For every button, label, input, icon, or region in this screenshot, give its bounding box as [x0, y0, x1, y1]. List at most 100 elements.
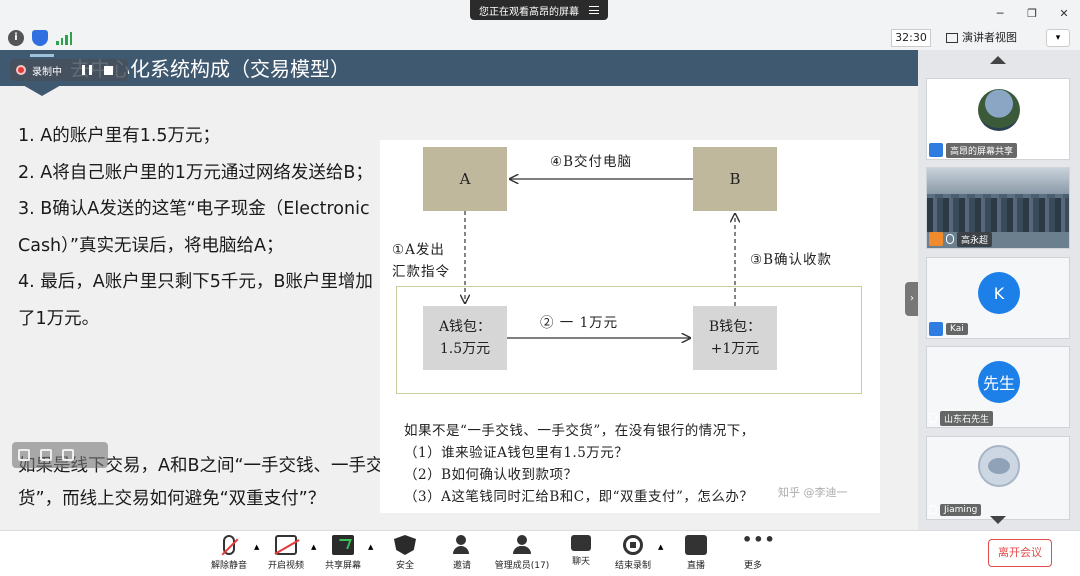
minimize-icon[interactable]: ─: [984, 0, 1016, 26]
manage-members-button[interactable]: 管理成员(17): [490, 535, 554, 571]
snapshot-icon[interactable]: [62, 449, 74, 461]
participant-name: 高昂的屏幕共享: [946, 142, 1018, 158]
question-2: （2）B如何确认收到款项？: [404, 467, 578, 483]
info-icon[interactable]: i: [8, 30, 24, 46]
view-mode-select[interactable]: 演讲者视图: [946, 29, 1036, 47]
live-icon: [685, 535, 707, 555]
question-intro: 如果不是“一手交钱、一手交货”，在没有银行的情况下，: [404, 423, 755, 439]
annotate-icon[interactable]: [18, 449, 30, 461]
cohost-badge-icon: [929, 232, 943, 246]
step3-label: ③B确认收款: [750, 252, 833, 268]
more-icon: •••: [742, 530, 776, 549]
tile-footer: 山东石先生: [927, 409, 1069, 427]
share-options-caret-icon[interactable]: ▲: [368, 543, 373, 551]
participant-tile[interactable]: 先生 山东石先生: [926, 346, 1070, 428]
node-a: A: [423, 147, 507, 211]
live-label: 直播: [686, 561, 705, 571]
step1-label-line2: 汇款指令: [392, 264, 450, 280]
wallet-b: B钱包： +1万元: [693, 306, 777, 370]
security-icon: [394, 535, 416, 555]
tile-footer: 高永超: [927, 230, 1069, 248]
video-off-icon: [275, 535, 297, 555]
mic-off-icon: [929, 505, 937, 515]
grid-icon: [946, 33, 958, 43]
zoom-icon[interactable]: [40, 449, 52, 461]
shield-icon[interactable]: [32, 30, 48, 46]
recording-dot-icon: [16, 65, 26, 75]
menu-icon[interactable]: [589, 6, 599, 14]
manage-members-label: 管理成员(17): [494, 561, 550, 571]
wallet-b-label: B钱包：: [708, 319, 762, 335]
annotation-toolbar[interactable]: [12, 442, 108, 468]
chat-button[interactable]: 聊天: [551, 535, 611, 567]
participant-tile[interactable]: 高永超: [926, 167, 1070, 249]
share-screen-button[interactable]: 共享屏幕: [313, 535, 373, 571]
participant-name: 高永超: [957, 231, 993, 247]
stop-recording-icon[interactable]: [104, 65, 113, 75]
end-recording-button[interactable]: 结束录制: [603, 535, 663, 571]
diagram-questions: 如果不是“一手交钱、一手交货”，在没有银行的情况下， （1）谁来验证A钱包里有1…: [404, 420, 755, 508]
scroll-up-icon[interactable]: [990, 56, 1006, 64]
restore-icon[interactable]: ❐: [1016, 0, 1048, 26]
start-video-label: 开启视频: [267, 561, 304, 571]
more-label: 更多: [743, 561, 762, 571]
chat-icon: [571, 535, 591, 551]
chat-label: 聊天: [571, 557, 590, 567]
unmute-label: 解除静音: [210, 561, 247, 571]
host-badge-icon: [929, 143, 943, 157]
shared-slide: 去中心化系统构成（交易模型） 录制中 1. A的账户里有1.5万元； 2. A将…: [0, 50, 918, 530]
start-video-button[interactable]: 开启视频: [256, 535, 316, 571]
viewing-banner[interactable]: 您正在观看高昂的屏幕: [470, 0, 608, 20]
mic-off-icon: [929, 413, 937, 423]
security-button[interactable]: 安全: [375, 535, 435, 571]
invite-icon: [451, 535, 473, 555]
stop-recording-icon: [623, 535, 643, 555]
view-more-button[interactable]: ▾: [1046, 29, 1070, 47]
participant-name: Jiaming: [940, 504, 982, 516]
more-button[interactable]: ••• 更多: [723, 530, 783, 572]
signal-icon[interactable]: [56, 31, 72, 45]
window-controls: ─ ❐ ✕: [984, 0, 1080, 26]
mic-muted-icon: [223, 535, 235, 555]
meeting-controls: 解除静音 ▲ 开启视频 ▲ 共享屏幕 ▲ 安全 邀请 管理成员(17) 聊天 结…: [0, 530, 1080, 576]
participant-tile[interactable]: Jiaming: [926, 436, 1070, 520]
leave-meeting-button[interactable]: 离开会议: [988, 539, 1052, 567]
invite-button[interactable]: 邀请: [432, 535, 492, 571]
video-feed: [927, 168, 1069, 232]
meeting-timer: 32:30: [891, 29, 931, 47]
step1-label-line1: ①A发出: [392, 242, 445, 258]
meeting-window: 您正在观看高昂的屏幕 ─ ❐ ✕ i 32:30 演讲者视图 ▾ 去中心化系统构…: [0, 0, 1080, 576]
point-3: 3. B确认A发送的这笔“电子现金（Electronic Cash）”真实无误后…: [18, 199, 370, 256]
wallet-b-amount: +1万元: [710, 341, 760, 357]
live-button[interactable]: 直播: [666, 535, 726, 571]
participant-tile[interactable]: 高昂的屏幕共享: [926, 78, 1070, 160]
pause-recording-icon[interactable]: [82, 65, 92, 75]
invite-label: 邀请: [452, 561, 471, 571]
avatar: K: [978, 272, 1020, 314]
question-3: （3）A这笔钱同时汇给B和C，即“双重支付”，怎么办？: [404, 489, 754, 505]
share-screen-icon: [332, 535, 354, 555]
members-icon: [511, 535, 533, 555]
recording-options-caret-icon[interactable]: ▲: [658, 543, 663, 551]
end-recording-label: 结束录制: [614, 561, 651, 571]
share-screen-label: 共享屏幕: [324, 561, 361, 571]
node-b: B: [693, 147, 777, 211]
point-2: 2. A将自己账户里的1万元通过网络发送给B；: [18, 162, 373, 183]
unmute-button[interactable]: 解除静音: [199, 535, 259, 571]
member-badge-icon: [929, 322, 943, 336]
step4-label: ④B交付电脑: [550, 154, 633, 170]
scroll-down-icon[interactable]: [990, 516, 1006, 524]
watermark: 知乎 @李迪一: [778, 486, 848, 499]
wallet-a-label: A钱包：: [438, 319, 492, 335]
participant-name: Kai: [946, 323, 968, 335]
meeting-toolbar: i 32:30 演讲者视图 ▾: [0, 26, 1080, 50]
participant-tile[interactable]: K Kai: [926, 257, 1070, 339]
wallet-a: A钱包： 1.5万元: [423, 306, 507, 370]
point-4: 4. 最后，A账户里只剩下5千元，B账户里增加了1万元。: [18, 272, 373, 329]
step2-label: ② 一 1万元: [540, 315, 619, 331]
collapse-panel-button[interactable]: ›: [905, 282, 919, 316]
wallet-a-amount: 1.5万元: [439, 341, 491, 357]
recording-indicator[interactable]: 录制中: [10, 59, 128, 81]
close-icon[interactable]: ✕: [1048, 0, 1080, 26]
avatar: [978, 89, 1020, 131]
